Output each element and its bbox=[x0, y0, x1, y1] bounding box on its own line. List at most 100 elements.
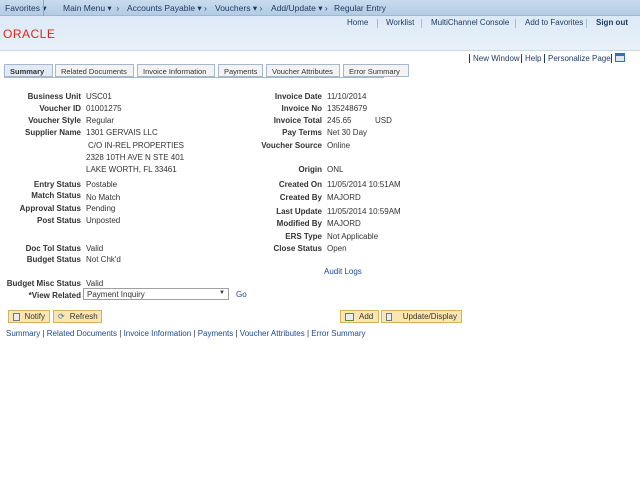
post-status-label: Post Status bbox=[36, 216, 81, 225]
supplier-name-label: Supplier Name bbox=[24, 128, 81, 137]
supplier-name-value: 1301 GERVAIS LLC bbox=[86, 128, 158, 137]
created-on-value: 11/05/2014 10:51AM bbox=[327, 180, 401, 189]
invoice-no-label: Invoice No bbox=[281, 104, 322, 113]
breadcrumb-regular-entry[interactable]: Regular Entry bbox=[334, 3, 386, 13]
divider bbox=[377, 19, 378, 28]
view-related-label: *View Related bbox=[28, 291, 81, 300]
modified-by-value: MAJORD bbox=[327, 219, 361, 228]
divider bbox=[515, 19, 516, 28]
new-window-link[interactable]: New Window bbox=[473, 54, 520, 63]
breadcrumb-label: Vouchers bbox=[215, 3, 251, 13]
invoice-date-value: 11/10/2014 bbox=[327, 92, 367, 101]
match-status-label: Match Status bbox=[31, 191, 81, 200]
doc-tol-status-value: Valid bbox=[86, 244, 104, 253]
breadcrumb-add-update[interactable]: Add/Update ▾ › bbox=[271, 3, 328, 14]
budget-status-label: Budget Status bbox=[26, 255, 81, 264]
last-update-value: 11/05/2014 10:59AM bbox=[327, 207, 401, 216]
breadcrumb-main-menu[interactable]: Main Menu ▾ › bbox=[63, 3, 119, 14]
supplier-address-line: C/O IN-REL PROPERTIES bbox=[88, 141, 185, 150]
add-label: Add bbox=[359, 312, 374, 321]
entry-status-label: Entry Status bbox=[33, 180, 81, 189]
voucher-source-label: Voucher Source bbox=[261, 141, 322, 150]
chevron-down-icon: ▼ bbox=[219, 290, 225, 296]
refresh-icon: ⟳ bbox=[58, 312, 65, 321]
add-button[interactable]: Add bbox=[340, 310, 379, 323]
created-on-label: Created On bbox=[278, 180, 322, 189]
approval-status-value: Pending bbox=[86, 204, 116, 213]
help-link[interactable]: Help bbox=[525, 54, 541, 63]
personalize-page-link[interactable]: Personalize Page bbox=[548, 54, 611, 63]
bottom-link-related-documents[interactable]: Related Documents bbox=[47, 329, 117, 338]
origin-value: ONL bbox=[327, 165, 344, 174]
approval-status-label: Approval Status bbox=[19, 204, 81, 213]
business-unit-label: Business Unit bbox=[27, 92, 81, 101]
notify-button[interactable]: Notify bbox=[8, 310, 50, 323]
voucher-id-value: 01001275 bbox=[86, 104, 122, 113]
supplier-address-line: LAKE WORTH, FL 33461 bbox=[86, 165, 177, 174]
header: Home Worklist MultiChannel Console Add t… bbox=[0, 16, 640, 50]
modified-by-label: Modified By bbox=[276, 219, 322, 228]
multichannel-console-link[interactable]: MultiChannel Console bbox=[431, 18, 509, 27]
tab-payments[interactable]: Payments bbox=[218, 64, 263, 77]
close-status-value: Open bbox=[327, 244, 347, 253]
divider bbox=[544, 54, 545, 63]
bottom-link-error-summary[interactable]: Error Summary bbox=[311, 329, 365, 338]
go-link[interactable]: Go bbox=[236, 290, 247, 299]
entry-status-value: Postable bbox=[86, 180, 118, 189]
breadcrumb-label: Main Menu bbox=[63, 3, 106, 13]
notify-label: Notify bbox=[24, 312, 45, 321]
tab-invoice-information[interactable]: Invoice Information bbox=[137, 64, 215, 77]
refresh-button[interactable]: ⟳ Refresh bbox=[53, 310, 102, 323]
home-link[interactable]: Home bbox=[347, 18, 368, 27]
favorites-menu[interactable]: Favorites ▾ bbox=[5, 3, 47, 14]
voucher-source-value: Online bbox=[327, 141, 351, 150]
budget-misc-status-label: Budget Misc Status bbox=[6, 279, 81, 288]
tab-divider bbox=[4, 77, 384, 78]
budget-misc-status-value: Valid bbox=[86, 279, 104, 288]
voucher-style-value: Regular bbox=[86, 116, 115, 125]
post-status-value: Unposted bbox=[86, 216, 121, 225]
tab-summary[interactable]: Summary bbox=[4, 64, 53, 77]
ers-type-label: ERS Type bbox=[285, 232, 322, 241]
voucher-style-label: Voucher Style bbox=[28, 116, 81, 125]
created-by-value: MAJORD bbox=[327, 193, 361, 202]
tab-error-summary[interactable]: Error Summary bbox=[343, 64, 409, 77]
add-to-favorites-link[interactable]: Add to Favorites bbox=[525, 18, 583, 27]
breadcrumb-accounts-payable[interactable]: Accounts Payable ▾ › bbox=[127, 3, 207, 14]
divider bbox=[421, 19, 422, 28]
tab-related-documents[interactable]: Related Documents bbox=[55, 64, 134, 77]
update-display-label: Update/Display bbox=[402, 312, 457, 321]
audit-logs-link[interactable]: Audit Logs bbox=[324, 267, 362, 276]
view-related-value: Payment Inquiry bbox=[87, 290, 145, 299]
business-unit-value: USC01 bbox=[86, 92, 112, 101]
bottom-link-invoice-information[interactable]: Invoice Information bbox=[124, 329, 192, 338]
top-nav-bar: Favorites ▾ Main Menu ▾ › Accounts Payab… bbox=[0, 0, 640, 16]
sign-out-link[interactable]: Sign out bbox=[596, 18, 628, 27]
supplier-address-line: 2328 10TH AVE N STE 401 bbox=[86, 153, 185, 162]
match-status-value: No Match bbox=[86, 193, 121, 202]
breadcrumb-label: Add/Update bbox=[271, 3, 316, 13]
divider bbox=[611, 54, 612, 63]
tab-voucher-attributes[interactable]: Voucher Attributes bbox=[266, 64, 340, 77]
currency-value: USD bbox=[375, 116, 392, 125]
edit-icon bbox=[386, 312, 392, 321]
invoice-date-label: Invoice Date bbox=[274, 92, 322, 101]
grid-personalize-icon[interactable] bbox=[615, 53, 625, 62]
bottom-link-payments[interactable]: Payments bbox=[198, 329, 234, 338]
breadcrumb-vouchers[interactable]: Vouchers ▾ › bbox=[215, 3, 262, 14]
add-icon bbox=[345, 312, 354, 321]
close-status-label: Close Status bbox=[273, 244, 322, 253]
divider bbox=[586, 19, 587, 28]
bottom-link-summary[interactable]: Summary bbox=[6, 329, 40, 338]
worklist-link[interactable]: Worklist bbox=[386, 18, 414, 27]
bottom-tab-links: Summary | Related Documents | Invoice In… bbox=[6, 329, 366, 338]
invoice-total-value: 245.65 bbox=[327, 116, 352, 125]
view-related-select[interactable]: Payment Inquiry ▼ bbox=[83, 288, 229, 300]
created-by-label: Created By bbox=[279, 193, 322, 202]
ers-type-value: Not Applicable bbox=[327, 232, 379, 241]
bottom-link-voucher-attributes[interactable]: Voucher Attributes bbox=[240, 329, 305, 338]
notify-icon bbox=[13, 312, 20, 321]
divider bbox=[469, 54, 470, 63]
pay-terms-value: Net 30 Day bbox=[327, 128, 368, 137]
update-display-button[interactable]: Update/Display bbox=[381, 310, 462, 323]
